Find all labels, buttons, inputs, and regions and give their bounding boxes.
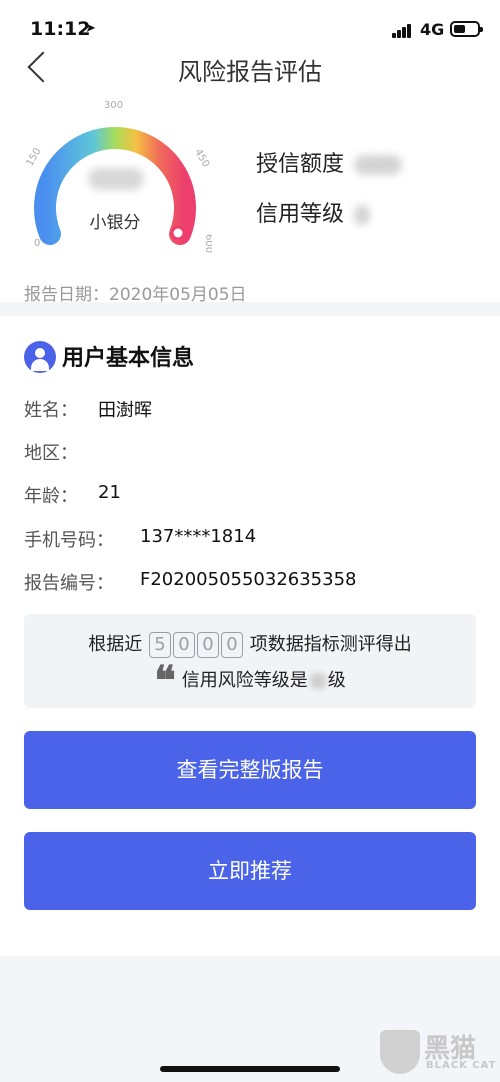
summary-line-1: 根据近 5000 项数据指标测评得出 — [24, 630, 476, 658]
black-cat-logo-icon — [380, 1030, 420, 1074]
report-number-label: 报告编号： — [24, 573, 114, 594]
summary-prefix: 根据近 — [88, 634, 143, 655]
phone-value: 137****1814 — [140, 526, 257, 547]
basic-info-card: 用户基本信息 姓名： 田澍晖 地区： 年龄： 21 手机号码： 137****1… — [0, 316, 500, 956]
credit-limit-blurred — [354, 155, 403, 175]
risk-level-blurred — [309, 673, 326, 689]
summary-suffix: 项数据指标测评得出 — [249, 634, 412, 655]
score-card: 0 150 300 450 600 小银分 授信额度 信用等级 报告日期：202… — [0, 88, 500, 305]
page-title: 风险报告评估 — [178, 58, 322, 86]
battery-icon — [450, 21, 483, 37]
watermark: 黑猫 BLACK CAT — [380, 1028, 500, 1078]
digit-box: 0 — [221, 632, 243, 658]
watermark-subtext: BLACK CAT — [426, 1060, 497, 1071]
credit-level-blurred — [354, 205, 371, 225]
status-time: 11:12 — [30, 18, 91, 40]
report-number-value: F202005055032635358 — [140, 569, 357, 590]
digit-box: 5 — [149, 632, 171, 658]
home-indicator[interactable] — [160, 1066, 340, 1072]
age-label: 年龄： — [24, 486, 78, 507]
digit-box: 0 — [173, 632, 195, 658]
section-title: 用户基本信息 — [62, 346, 195, 371]
age-value: 21 — [98, 482, 121, 503]
credit-limit-row: 授信额度 — [256, 146, 403, 178]
credit-limit-label: 授信额度 — [256, 152, 345, 177]
risk-level-prefix: 信用风险等级是 — [181, 670, 308, 691]
credit-level-row: 信用等级 — [256, 196, 371, 228]
gauge-tick-600: 600 — [203, 234, 212, 253]
gauge-label: 小银分 — [89, 213, 141, 233]
quote-icon: ❝ — [154, 657, 176, 704]
view-full-report-button[interactable]: 查看完整版报告 — [24, 731, 476, 809]
gauge-tick-450: 450 — [192, 147, 211, 169]
network-label: 4G — [420, 20, 445, 39]
status-bar: 11:12 ➤ 4G — [0, 0, 500, 48]
user-icon — [24, 341, 56, 373]
signal-icon — [392, 22, 412, 38]
gauge-tick-150: 150 — [25, 146, 44, 168]
score-value-blurred — [88, 168, 144, 190]
phone-label: 手机号码： — [24, 530, 114, 551]
gauge-tick-0: 0 — [34, 238, 40, 249]
gauge-pointer — [170, 225, 186, 241]
name-value: 田澍晖 — [98, 400, 152, 421]
risk-summary-box: 根据近 5000 项数据指标测评得出 ❝ 信用风险等级是级 — [24, 614, 476, 708]
nav-header: 风险报告评估 — [0, 48, 500, 88]
region-label: 地区： — [24, 443, 78, 464]
credit-level-label: 信用等级 — [256, 202, 345, 227]
gauge-tick-300: 300 — [104, 100, 123, 111]
risk-level-suffix: 级 — [327, 670, 346, 691]
location-icon: ➤ — [85, 21, 96, 36]
recommend-now-button[interactable]: 立即推荐 — [24, 832, 476, 910]
name-label: 姓名： — [24, 400, 78, 421]
report-date: 报告日期：2020年05月05日 — [24, 285, 247, 305]
summary-line-2: ❝ 信用风险等级是级 — [24, 657, 476, 704]
digit-box: 0 — [197, 632, 219, 658]
